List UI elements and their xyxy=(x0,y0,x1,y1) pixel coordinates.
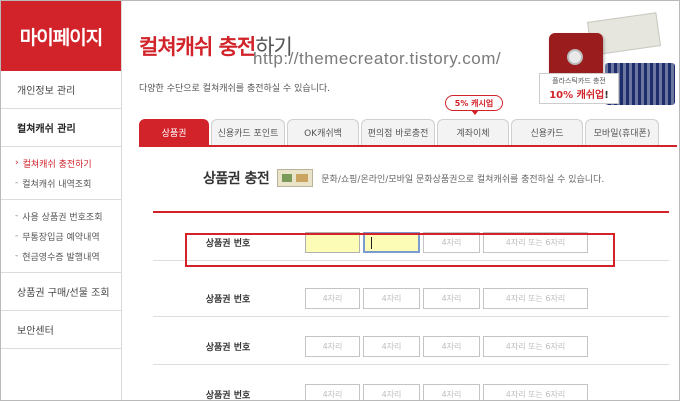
arrow-bullet-icon: › xyxy=(15,158,19,168)
sidebar-submenu-charge: › 컬쳐캐쉬 충전하기 - 컬쳐캐쉬 내역조회 xyxy=(1,147,121,200)
voucher-field-1[interactable]: 4자리 xyxy=(305,384,360,400)
sidebar-subitem-label: 무통장입금 예약내역 xyxy=(22,232,100,243)
voucher-field-3[interactable]: 4자리 xyxy=(423,336,480,357)
cashup-badge: 5% 캐시업 xyxy=(445,95,503,115)
page-title-main: 컬쳐캐쉬 충전 xyxy=(139,35,256,59)
voucher-field-3[interactable]: 4자리 xyxy=(423,384,480,400)
voucher-row: 상품권 번호 4자리 4자리 4자리 4자리 또는 6자리 xyxy=(153,327,669,365)
promo-label: 플라스틱카드 충전 10% 캐쉬업! xyxy=(539,73,619,104)
promo-line2: 10% 캐쉬업! xyxy=(549,90,609,101)
voucher-ticket-icon xyxy=(277,169,314,187)
sidebar-item-profile[interactable]: 개인정보 관리 xyxy=(1,71,121,109)
sidebar-subitem-label: 컬쳐캐쉬 내역조회 xyxy=(22,179,92,190)
sidebar-item-culturecash[interactable]: 컬쳐캐쉬 관리 xyxy=(1,109,121,147)
tab-card-points[interactable]: 신용카드 포인트 xyxy=(211,119,285,145)
sidebar-subitem-label: 사용 상품권 번호조회 xyxy=(22,212,103,223)
dash-bullet-icon: - xyxy=(15,211,19,221)
tab-mobile[interactable]: 모바일(휴대폰) xyxy=(585,119,659,145)
voucher-row-label: 상품권 번호 xyxy=(205,294,251,305)
voucher-row-label: 상품권 번호 xyxy=(205,342,251,353)
sidebar: 마이페이지 개인정보 관리 컬쳐캐쉬 관리 › 컬쳐캐쉬 충전하기 - 컬쳐캐쉬… xyxy=(1,1,122,400)
voucher-row: 상품권 번호 4자리 4자리 4자리 4자리 또는 6자리 xyxy=(153,375,669,401)
watermark: http://themecreator.tistory.com/ xyxy=(253,49,502,68)
voucher-row-label: 상품권 번호 xyxy=(205,390,251,401)
dash-bullet-icon: - xyxy=(15,251,19,261)
promo-line1: 플라스틱카드 충전 xyxy=(552,77,606,85)
voucher-field-2[interactable]: 4자리 xyxy=(363,336,420,357)
charge-method-tabs: 상품권 신용카드 포인트 OK캐쉬백 편의점 바로충전 계좌이체 신용카드 모바… xyxy=(139,119,677,147)
tab-bank-transfer[interactable]: 계좌이체 xyxy=(437,119,509,145)
focus-highlight-box xyxy=(185,233,615,267)
page-description: 다양한 수단으로 컬쳐캐쉬를 충전하실 수 있습니다. xyxy=(139,84,331,94)
voucher-field-1[interactable]: 4자리 xyxy=(305,288,360,309)
section-title: 상품권 충전 xyxy=(203,171,270,187)
sidebar-subitem-receipt[interactable]: - 현금영수증 발행내역 xyxy=(1,246,121,266)
sidebar-item-gift[interactable]: 상품권 구매/선물 조회 xyxy=(1,273,121,311)
voucher-field-2[interactable]: 4자리 xyxy=(363,288,420,309)
sidebar-subitem-history[interactable]: - 컬쳐캐쉬 내역조회 xyxy=(1,173,121,193)
tab-convenience-store[interactable]: 편의점 바로충전 xyxy=(361,119,435,145)
voucher-row: 상품권 번호 4자리 4자리 4자리 4자리 또는 6자리 xyxy=(153,279,669,317)
section-heading: 상품권 충전 문화/쇼핑/온라인/모바일 문화상품권으로 컬쳐캐쉬를 충전하실 … xyxy=(203,168,604,188)
tab-credit-card[interactable]: 신용카드 xyxy=(511,119,583,145)
voucher-field-1[interactable]: 4자리 xyxy=(305,336,360,357)
dash-bullet-icon: - xyxy=(15,178,19,188)
voucher-field-3[interactable]: 4자리 xyxy=(423,288,480,309)
voucher-field-4[interactable]: 4자리 또는 6자리 xyxy=(483,384,588,400)
section-description: 문화/쇼핑/온라인/모바일 문화상품권으로 컬쳐캐쉬를 충전하실 수 있습니다. xyxy=(321,174,605,185)
dash-bullet-icon: - xyxy=(15,231,19,241)
promo-banner[interactable]: 플라스틱카드 충전 10% 캐쉬업! xyxy=(539,11,677,106)
voucher-field-4[interactable]: 4자리 또는 6자리 xyxy=(483,288,588,309)
voucher-field-2[interactable]: 4자리 xyxy=(363,384,420,400)
sidebar-title: 마이페이지 xyxy=(1,1,121,71)
tab-voucher[interactable]: 상품권 xyxy=(139,119,209,145)
main-content: 컬쳐캐쉬 충전하기 http://themecreator.tistory.co… xyxy=(123,1,679,401)
sidebar-subitem-deposit[interactable]: - 무통장입금 예약내역 xyxy=(1,226,121,246)
sidebar-submenu-lookup: - 사용 상품권 번호조회 - 무통장입금 예약내역 - 현금영수증 발행내역 xyxy=(1,200,121,273)
sidebar-subitem-label: 컬쳐캐쉬 충전하기 xyxy=(22,159,92,170)
sidebar-item-security[interactable]: 보안센터 xyxy=(1,311,121,349)
sidebar-subitem-voucher-lookup[interactable]: - 사용 상품권 번호조회 xyxy=(1,206,121,226)
sidebar-subitem-label: 현금영수증 발행내역 xyxy=(22,252,100,263)
voucher-field-4[interactable]: 4자리 또는 6자리 xyxy=(483,336,588,357)
window: 마이페이지 개인정보 관리 컬쳐캐쉬 관리 › 컬쳐캐쉬 충전하기 - 컬쳐캐쉬… xyxy=(0,0,680,401)
sidebar-subitem-charge[interactable]: › 컬쳐캐쉬 충전하기 xyxy=(1,153,121,173)
tab-ok-cashbag[interactable]: OK캐쉬백 xyxy=(287,119,359,145)
